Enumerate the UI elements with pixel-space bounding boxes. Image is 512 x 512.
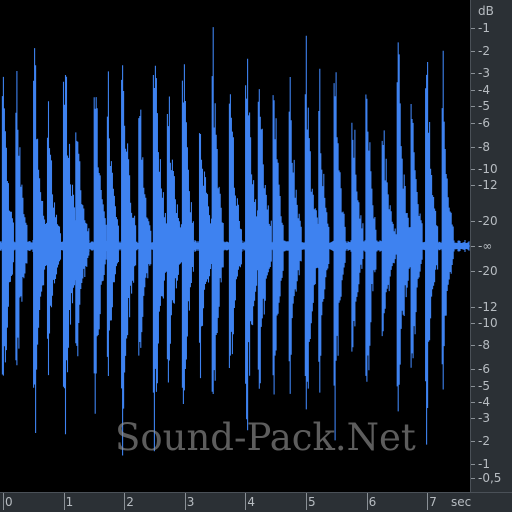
waveform-shape — [0, 27, 470, 456]
db-tick-label: -5 — [478, 379, 490, 393]
db-tick-label: -1 — [478, 21, 490, 35]
db-tick — [471, 246, 475, 247]
db-tick — [471, 90, 475, 91]
time-tick-label: 6 — [368, 495, 377, 509]
time-tick — [366, 493, 368, 510]
db-tick-label: -∞ — [478, 239, 493, 253]
time-tick-label: 3 — [186, 495, 195, 509]
db-tick — [471, 323, 475, 324]
waveform-path — [0, 27, 470, 456]
waveform-view[interactable] — [0, 0, 471, 492]
db-tick — [471, 147, 475, 148]
db-tick-label: -3 — [478, 411, 490, 425]
db-tick — [471, 185, 475, 186]
waveform-canvas[interactable] — [0, 0, 470, 492]
db-tick-label: -12 — [478, 300, 498, 314]
db-tick-label: -4 — [478, 83, 490, 97]
db-tick — [471, 418, 475, 419]
time-tick — [184, 493, 186, 510]
db-tick-label: -20 — [478, 214, 498, 228]
db-tick-label: -8 — [478, 140, 490, 154]
time-tick-label: 4 — [247, 495, 256, 509]
time-tick-label: 7 — [429, 495, 437, 509]
time-unit-label: sec — [451, 495, 472, 509]
time-tick-label: 2 — [126, 495, 134, 509]
time-tick — [306, 493, 307, 510]
db-tick — [471, 123, 475, 124]
time-tick — [63, 493, 65, 510]
db-tick-label: -20 — [478, 264, 498, 278]
db-unit-label: dB — [478, 4, 494, 18]
db-tick — [471, 28, 475, 29]
time-tick — [245, 493, 247, 510]
time-tick — [3, 493, 4, 510]
db-scale-ruler: dB -1 -2 -3 -4 -5 -6 -8 -10 -12 -20 -∞ -20 -12 -10 -8 -… — [471, 0, 512, 492]
db-tick-label: -4 — [478, 395, 490, 409]
time-tick — [427, 493, 429, 510]
db-tick — [471, 369, 475, 370]
db-tick — [471, 307, 475, 308]
time-ruler[interactable]: sec 0 1 2 3 4 5 6 7 — [0, 492, 512, 512]
db-tick — [471, 464, 475, 465]
db-tick — [471, 73, 475, 74]
db-tick — [471, 106, 475, 107]
db-tick — [471, 441, 475, 442]
db-tick-label: -2 — [478, 434, 490, 448]
db-tick-label: -10 — [478, 316, 498, 330]
db-tick-label: -5 — [478, 99, 490, 113]
db-tick — [471, 345, 475, 346]
db-tick — [471, 402, 475, 403]
time-tick-label: 5 — [308, 495, 316, 509]
db-tick — [471, 221, 475, 222]
db-tick — [471, 478, 475, 479]
time-tick-label: 0 — [5, 495, 13, 509]
db-tick — [471, 169, 475, 170]
db-tick-label: -1 — [478, 457, 490, 471]
db-tick-label: -0,5 — [478, 471, 502, 485]
db-tick-label: -12 — [478, 178, 498, 192]
time-tick-label: 1 — [65, 495, 74, 509]
db-tick-label: -8 — [478, 338, 490, 352]
db-tick-label: -3 — [478, 66, 490, 80]
db-tick-label: -6 — [478, 116, 490, 130]
audio-editor: dB -1 -2 -3 -4 -5 -6 -8 -10 -12 -20 -∞ -20 -12 -10 -8-… — [0, 0, 512, 512]
db-tick — [471, 271, 475, 272]
db-tick-label: -6 — [478, 362, 490, 376]
db-tick — [471, 51, 475, 52]
db-tick — [471, 386, 475, 387]
db-tick-label: -2 — [478, 44, 490, 58]
db-tick-label: -10 — [478, 162, 498, 176]
time-tick — [124, 493, 126, 510]
